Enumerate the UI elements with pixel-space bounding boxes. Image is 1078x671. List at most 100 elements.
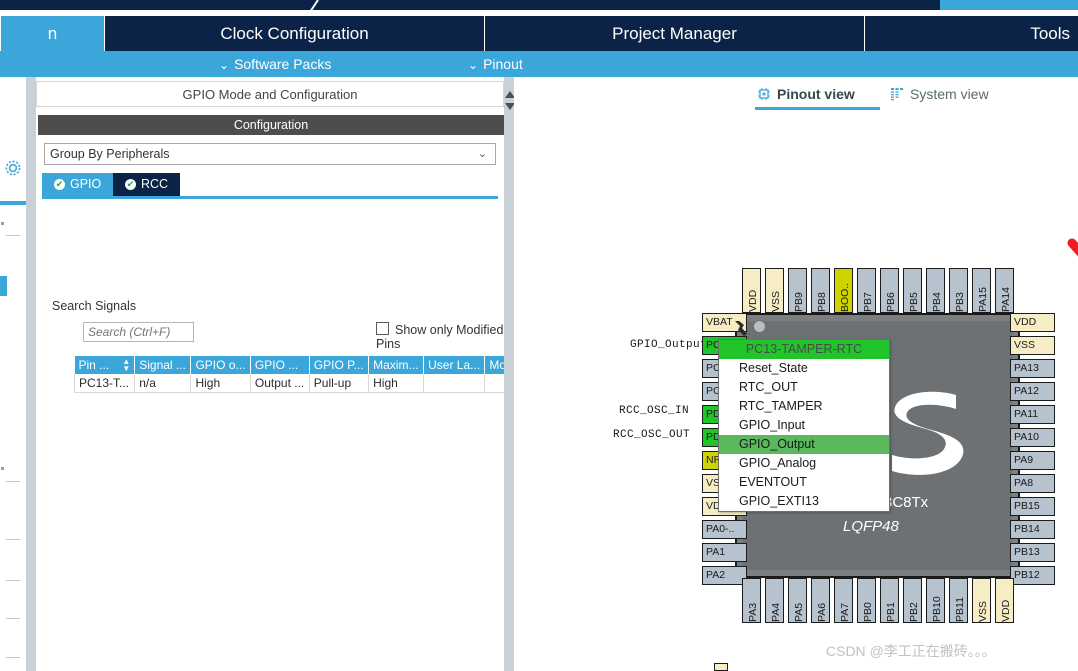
chip-pin-bottom-PB1[interactable]: PB1 [880, 578, 899, 623]
chip-pin-bottom-VDD[interactable]: VDD [995, 578, 1014, 623]
chip-pin-right-PA13[interactable]: PA13 [1010, 359, 1055, 378]
chip-pin-bottom-PB10[interactable]: PB10 [926, 578, 945, 623]
menu-item-tools-label: Tools [1030, 24, 1070, 43]
chip-pin-top-PA14[interactable]: PA14 [995, 268, 1014, 313]
column-header-gpio-mode-label: GPIO ... [254, 358, 299, 372]
table-header-row: ▲ ▼ Pin ... Signal ... GPIO o... GPIO ...… [74, 356, 540, 374]
column-header-signal[interactable]: Signal ... [134, 356, 192, 374]
chip-pin-right-PB15[interactable]: PB15 [1010, 497, 1055, 516]
tab-gpio[interactable]: ✔ GPIO [42, 173, 114, 196]
pin-label: PB5 [908, 292, 920, 312]
window-top-strip [0, 0, 1078, 10]
pin-edit-cursor-icon [735, 321, 747, 336]
chip-pin-right-PA12[interactable]: PA12 [1010, 382, 1055, 401]
column-header-maximum-speed[interactable]: Maxim... [368, 356, 425, 374]
dropdown-item-rtc-out[interactable]: RTC_OUT [719, 378, 889, 397]
chip-pin-top-PA15[interactable]: PA15 [972, 268, 991, 313]
chip-pin-bottom-VSS[interactable]: VSS [972, 578, 991, 623]
chip-pin-left-PA0[interactable]: PA0-.. [702, 520, 747, 539]
chip-pin-top-PB7[interactable]: PB7 [857, 268, 876, 313]
left-scrollbar[interactable] [26, 77, 36, 671]
chip-pin-top-PB3[interactable]: PB3 [949, 268, 968, 313]
dropdown-item-gpio-analog[interactable]: GPIO_Analog [719, 454, 889, 473]
menu-item-project-manager[interactable]: Project Manager [484, 16, 864, 51]
dropdown-item-reset-state[interactable]: Reset_State [719, 359, 889, 378]
chip-pin-bottom-PB11[interactable]: PB11 [949, 578, 968, 623]
tab-rcc[interactable]: ✔ RCC [113, 173, 181, 196]
chip-pin-top-VDD[interactable]: VDD [742, 268, 761, 313]
panel-splitter[interactable] [504, 77, 515, 671]
chip-pin-bottom-PA4[interactable]: PA4 [765, 578, 784, 623]
column-header-user-label[interactable]: User La... [423, 356, 486, 374]
dropdown-item-rtc-tamper[interactable]: RTC_TAMPER [719, 397, 889, 416]
chip-pin-bottom-PB0[interactable]: PB0 [857, 578, 876, 623]
gpio-mode-and-configuration-header: GPIO Mode and Configuration [36, 81, 504, 107]
dropdown-header-pin-name: PC13-TAMPER-RTC [719, 340, 889, 359]
dropdown-item-eventout[interactable]: EVENTOUT [719, 473, 889, 492]
column-header-pin[interactable]: ▲ ▼ Pin ... [74, 356, 136, 374]
check-circle-icon: ✔ [54, 179, 65, 190]
pin-label: PA8 [1014, 477, 1034, 489]
submenu-item-pinout[interactable]: ⌄ Pinout [468, 51, 523, 77]
tab-system-view[interactable]: System view [890, 83, 989, 105]
pin-label: PB11 [954, 597, 966, 622]
show-only-modified-pins-checkbox[interactable]: Show only Modified Pins [376, 322, 504, 351]
st-logo-icon [892, 391, 964, 475]
chip-pin-right-PA8[interactable]: PA8 [1010, 474, 1055, 493]
pin-label: PA3 [747, 602, 759, 622]
tree-branch-line [6, 580, 20, 581]
chip-pin-left-PA2[interactable]: PA2 [702, 566, 747, 585]
chip-pin-bottom-PB2[interactable]: PB2 [903, 578, 922, 623]
dropdown-item-gpio-exti13[interactable]: GPIO_EXTI13 [719, 492, 889, 511]
pin-label: VDD [1014, 316, 1037, 328]
chip-pin-right-PB14[interactable]: PB14 [1010, 520, 1055, 539]
menu-item-pinout-configuration[interactable]: n [0, 16, 104, 51]
chip-pin-right-PB13[interactable]: PB13 [1010, 543, 1055, 562]
dropdown-item-gpio-input[interactable]: GPIO_Input [719, 416, 889, 435]
chip-pin-top-PB8[interactable]: PB8 [811, 268, 830, 313]
chip-pin-top-BOO[interactable]: BOO.. [834, 268, 853, 313]
chip-pin-top-PB5[interactable]: PB5 [903, 268, 922, 313]
pin-label: PA15 [977, 287, 989, 312]
chip-pin-bottom-PA7[interactable]: PA7 [834, 578, 853, 623]
chip-pin-partial [714, 663, 728, 671]
gear-icon[interactable] [3, 157, 23, 179]
pin-label: PB8 [816, 292, 828, 312]
left-gutter-selection[interactable] [0, 276, 7, 296]
checkbox-box-icon [376, 322, 389, 335]
menu-item-clock-configuration[interactable]: Clock Configuration [104, 16, 484, 51]
dropdown-item-gpio-output[interactable]: GPIO_Output [719, 435, 889, 454]
chip-pin-top-VSS[interactable]: VSS [765, 268, 784, 313]
column-header-gpio-output-level-label: GPIO o... [195, 358, 246, 372]
tree-branch-line [6, 657, 20, 658]
search-signals-label: Search Signals [52, 299, 137, 313]
column-header-gpio-mode[interactable]: GPIO ... [250, 356, 310, 374]
pin-label: VBAT [706, 316, 733, 328]
view-tabs: Pinout view System view [514, 77, 1078, 113]
group-by-peripherals-select[interactable]: Group By Peripherals ⌄ [44, 143, 496, 165]
chip-pin-top-PB4[interactable]: PB4 [926, 268, 945, 313]
column-header-gpio-pull[interactable]: GPIO P... [309, 356, 370, 374]
chip-pin-right-PA10[interactable]: PA10 [1010, 428, 1055, 447]
menu-item-tools[interactable]: Tools [864, 16, 1078, 51]
cell-maximum-speed: High [368, 374, 425, 393]
menu-item-pinout-configuration-label: n [47, 24, 58, 43]
tab-pinout-view[interactable]: Pinout view [757, 83, 855, 105]
chip-pin-right-PA9[interactable]: PA9 [1010, 451, 1055, 470]
pin-label: PB10 [931, 596, 943, 622]
left-gutter-accent [0, 201, 26, 205]
chip-pin-top-PB6[interactable]: PB6 [880, 268, 899, 313]
chip-pin-right-VDD[interactable]: VDD [1010, 313, 1055, 332]
submenu-item-software-packs[interactable]: ⌄ Software Packs [219, 51, 331, 77]
chip-pin-right-PA11[interactable]: PA11 [1010, 405, 1055, 424]
search-input[interactable] [83, 322, 194, 342]
chip-pin-bottom-PA6[interactable]: PA6 [811, 578, 830, 623]
column-header-gpio-output-level[interactable]: GPIO o... [190, 356, 251, 374]
chip-pin-right-VSS[interactable]: VSS [1010, 336, 1055, 355]
chip-pin-bottom-PA3[interactable]: PA3 [742, 578, 761, 623]
chip-pin-bottom-PA5[interactable]: PA5 [788, 578, 807, 623]
chip-pin-left-PA1[interactable]: PA1 [702, 543, 747, 562]
chip-pin-right-PB12[interactable]: PB12 [1010, 566, 1055, 585]
chip-pin-top-PB9[interactable]: PB9 [788, 268, 807, 313]
table-row[interactable]: PC13-T... n/a High Output ... Pull-up Hi… [73, 374, 540, 393]
